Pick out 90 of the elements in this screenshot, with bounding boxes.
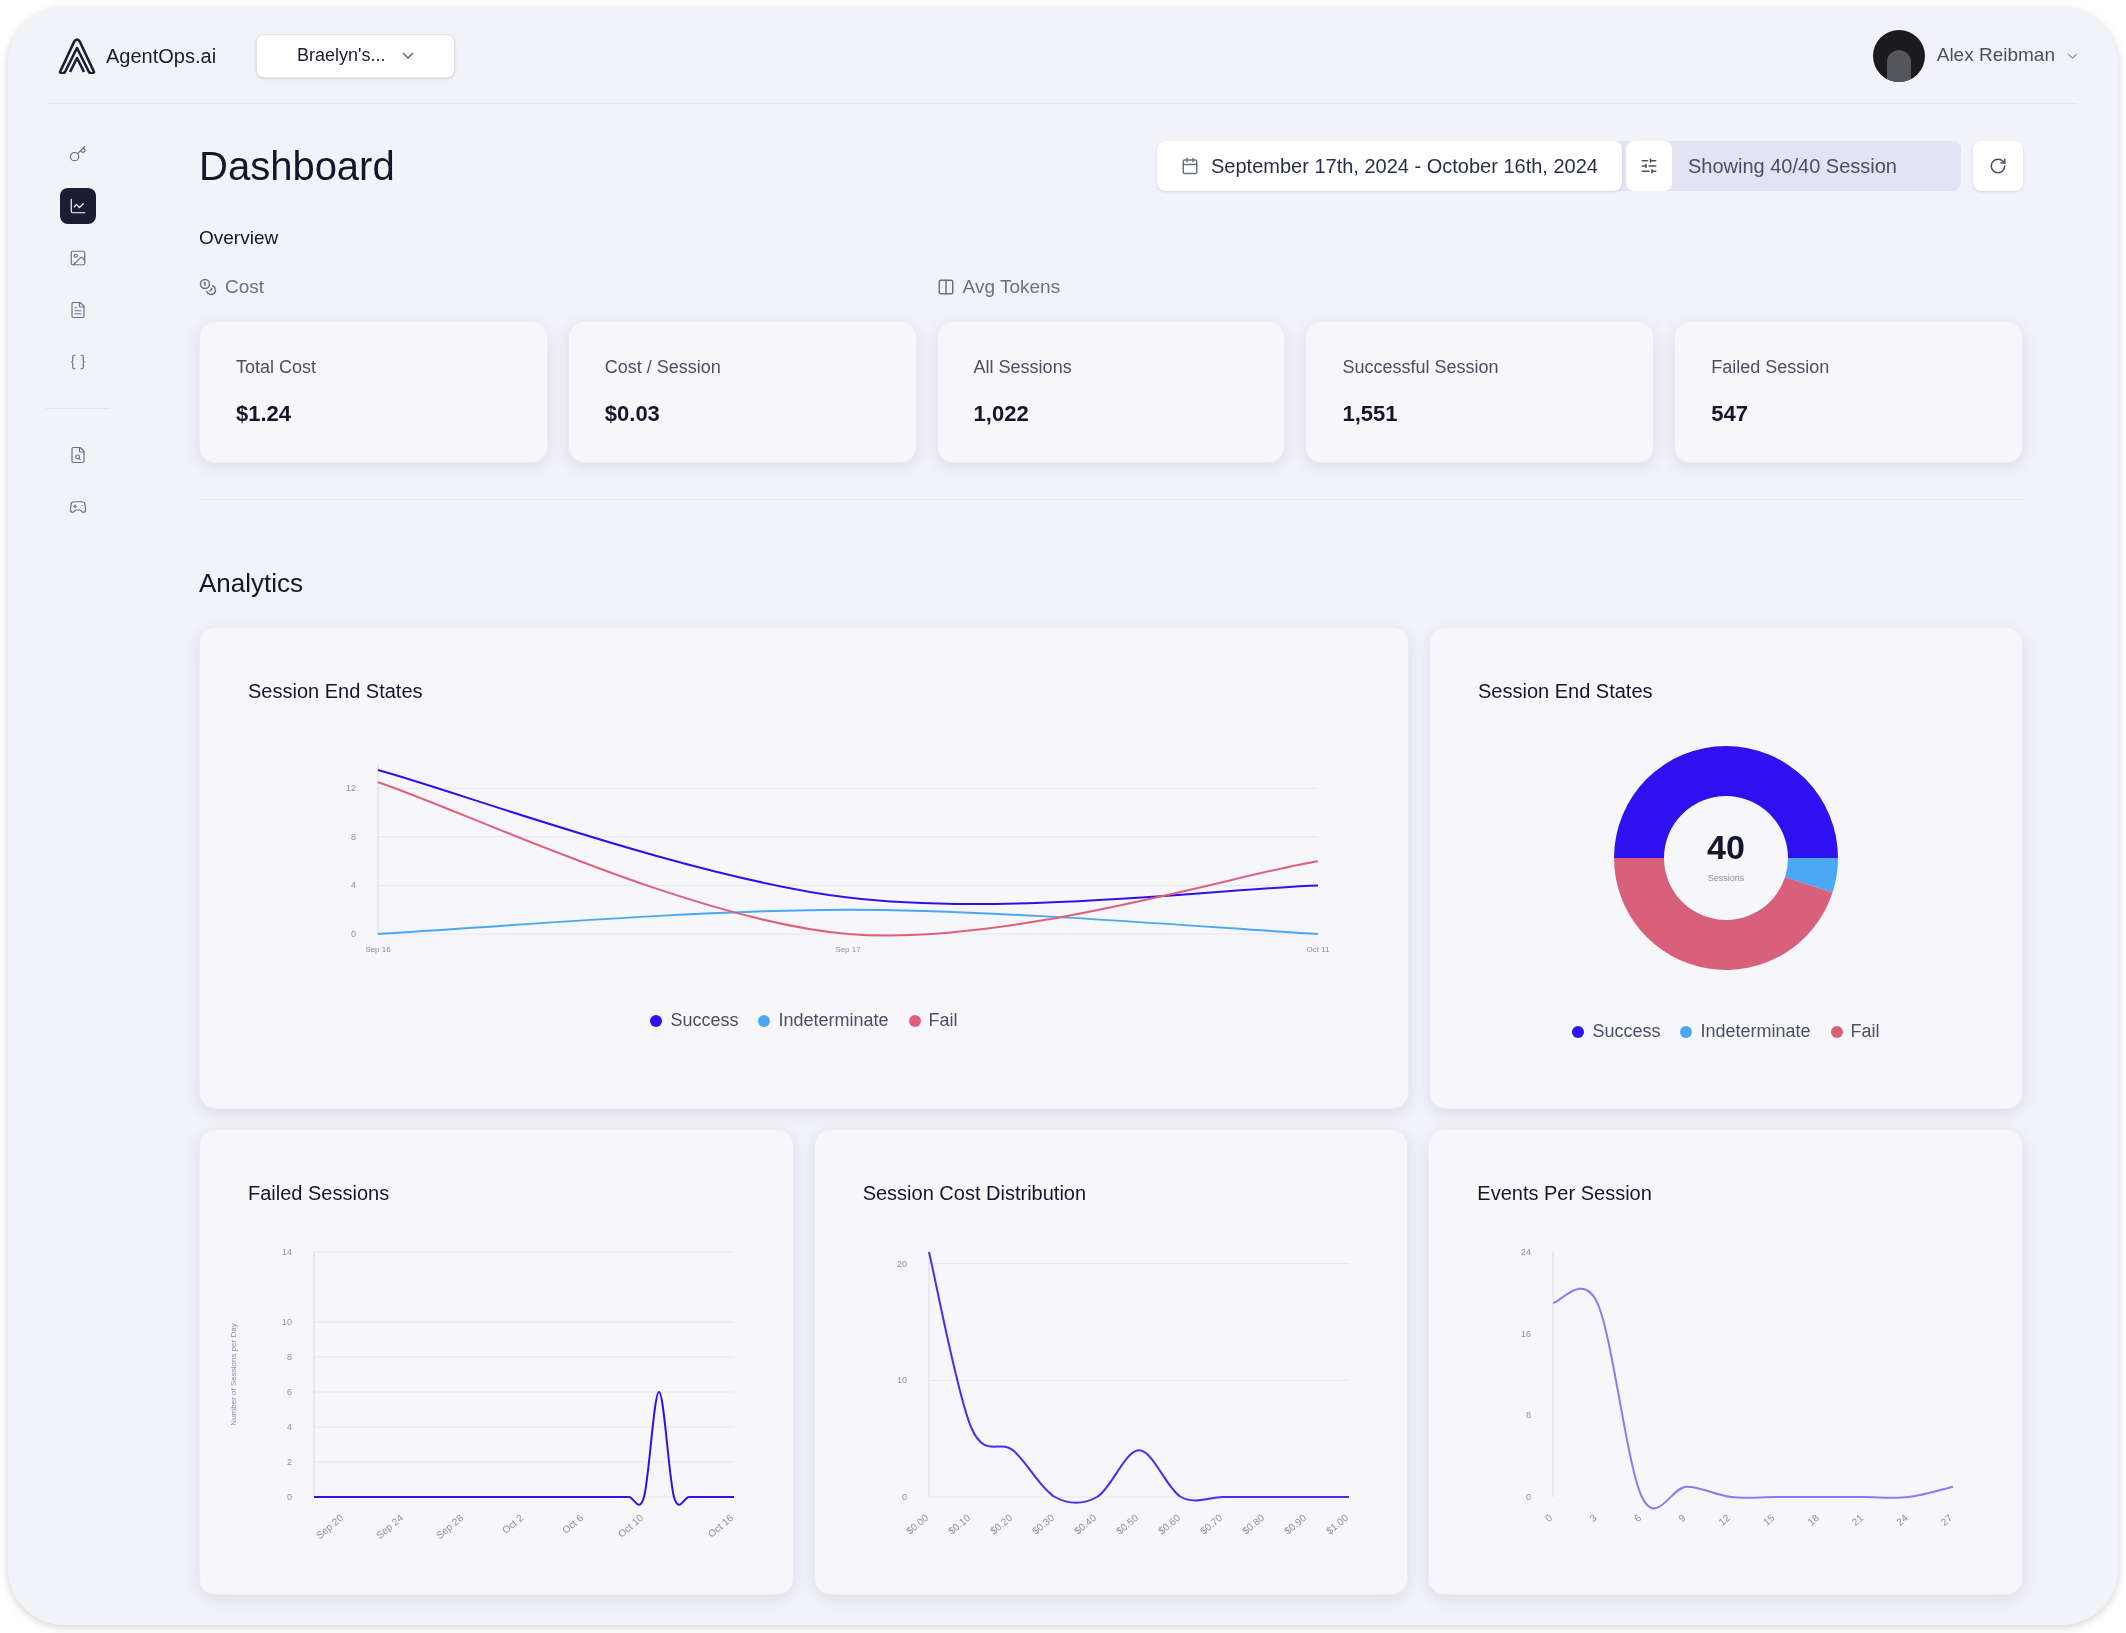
chevron-down-icon <box>401 52 414 59</box>
stat-label: Cost / Session <box>604 356 722 379</box>
axis-tick-label: 21 <box>1850 1512 1866 1528</box>
axis-tick-label: 0 <box>287 1492 292 1502</box>
image-icon <box>69 249 87 267</box>
legend-label: Indeterminate <box>1700 1020 1811 1043</box>
document-icon <box>69 301 87 319</box>
sidebar-nav-button[interactable] <box>60 188 96 224</box>
legend-label: Indeterminate <box>778 1009 889 1032</box>
axis-tick-label: 8 <box>287 1352 292 1362</box>
group-label: Avg Tokens <box>962 274 1061 299</box>
axis-tick-label: 0 <box>1543 1512 1555 1525</box>
line-chart-icon <box>69 197 87 215</box>
legend-label: Success <box>670 1009 739 1032</box>
chevron-down-icon <box>2067 52 2078 59</box>
axis-tick-label: 8 <box>1526 1410 1532 1421</box>
document-search-icon <box>69 446 87 464</box>
refresh-icon <box>1989 157 2007 175</box>
session-count: Showing 40/40 Session <box>1686 154 1898 179</box>
axis-tick-label: Sep 20 <box>313 1512 346 1541</box>
axis-tick-label: 24 <box>1521 1247 1532 1257</box>
axis-tick-label: 0 <box>901 1492 907 1502</box>
group-label: Cost <box>225 274 265 299</box>
axis-tick-label: 8 <box>351 831 356 842</box>
axis-tick-label: 27 <box>1939 1512 1955 1528</box>
axis-tick-label: Sep 28 <box>433 1512 466 1541</box>
legend-label: Success <box>1592 1020 1661 1043</box>
axis-tick-label: 24 <box>1894 1512 1911 1528</box>
axis-tick-label: 12 <box>346 783 356 794</box>
gamepad-icon <box>69 498 87 516</box>
axis-tick-label: Oct 6 <box>559 1512 586 1536</box>
axis-tick-label: 3 <box>1587 1512 1600 1525</box>
braces-icon <box>69 353 87 371</box>
axis-tick-label: 2 <box>287 1457 292 1467</box>
axis-tick-label: 0 <box>1526 1492 1532 1502</box>
key-icon <box>69 145 87 163</box>
stat-label: All Sessions <box>973 356 1073 379</box>
axis-tick-label: 16 <box>1521 1328 1532 1339</box>
stat-value: 1,022 <box>973 400 1030 428</box>
chart-title: Events Per Session <box>1477 1181 1653 1206</box>
coins-icon <box>199 277 217 296</box>
donut-caption: Sessions <box>1707 872 1745 886</box>
stat-label: Successful Session <box>1342 356 1500 379</box>
chart-title: Session End States <box>248 679 424 704</box>
user-menu[interactable]: Alex Reibman <box>1872 29 2078 82</box>
calendar-icon <box>1181 157 1199 175</box>
axis-tick-label: 4 <box>351 880 356 891</box>
axis-tick-label: Oct 2 <box>499 1512 526 1536</box>
page-title: Dashboard <box>199 143 395 190</box>
axis-tick-label: 14 <box>282 1247 292 1257</box>
axis-tick-label: 9 <box>1676 1512 1688 1525</box>
stat-value: $1.24 <box>236 400 293 428</box>
section-title: Analytics <box>199 567 305 600</box>
refresh-button[interactable] <box>1973 141 2023 191</box>
axis-tick-label: Sep 17 <box>835 945 861 954</box>
section-title: Overview <box>199 226 280 250</box>
axis-tick-label: 6 <box>287 1387 292 1397</box>
stat-label: Total Cost <box>236 356 318 379</box>
axis-tick-label: Sep 16 <box>365 945 391 954</box>
chart-title: Session Cost Distribution <box>862 1181 1088 1206</box>
chart-title: Failed Sessions <box>248 1181 391 1206</box>
axis-tick-label: Oct 11 <box>1306 945 1330 954</box>
stat-value: $0.03 <box>604 400 661 428</box>
stat-label: Failed Session <box>1711 356 1831 379</box>
columns-icon <box>936 277 955 296</box>
chart-title: Session End States <box>1478 679 1654 704</box>
legend-label: Fail <box>1850 1020 1880 1043</box>
donut-total: 40 <box>1707 830 1745 865</box>
date-range-button[interactable]: September 17th, 2024 - October 16th, 2024 <box>1157 141 1622 191</box>
logo-icon <box>56 37 98 74</box>
filter-button[interactable] <box>1625 141 1672 191</box>
project-dropdown[interactable]: Braelyn's... <box>256 33 455 78</box>
sliders-icon <box>1639 157 1658 175</box>
stat-value: 1,551 <box>1342 400 1399 428</box>
axis-tick-label: 4 <box>287 1422 292 1432</box>
axis-tick-label: 6 <box>1632 1512 1644 1525</box>
axis-title: Number of Sessions per Day <box>229 1323 238 1426</box>
axis-tick-label: 20 <box>896 1258 907 1269</box>
legend-label: Fail <box>928 1009 958 1032</box>
axis-tick-label: 10 <box>282 1317 292 1327</box>
axis-tick-label: 15 <box>1761 1512 1777 1528</box>
axis-tick-label: 10 <box>896 1375 907 1386</box>
axis-tick-label: Sep 24 <box>373 1512 406 1541</box>
brand-name: AgentOps.ai <box>106 43 217 69</box>
axis-tick-label: Oct 10 <box>615 1512 646 1540</box>
axis-tick-label: Oct 16 <box>705 1512 736 1540</box>
stat-value: 547 <box>1711 400 1749 428</box>
axis-tick-label: 12 <box>1716 1512 1733 1528</box>
axis-tick-label: 18 <box>1805 1512 1822 1528</box>
axis-tick-label: 0 <box>351 929 356 939</box>
